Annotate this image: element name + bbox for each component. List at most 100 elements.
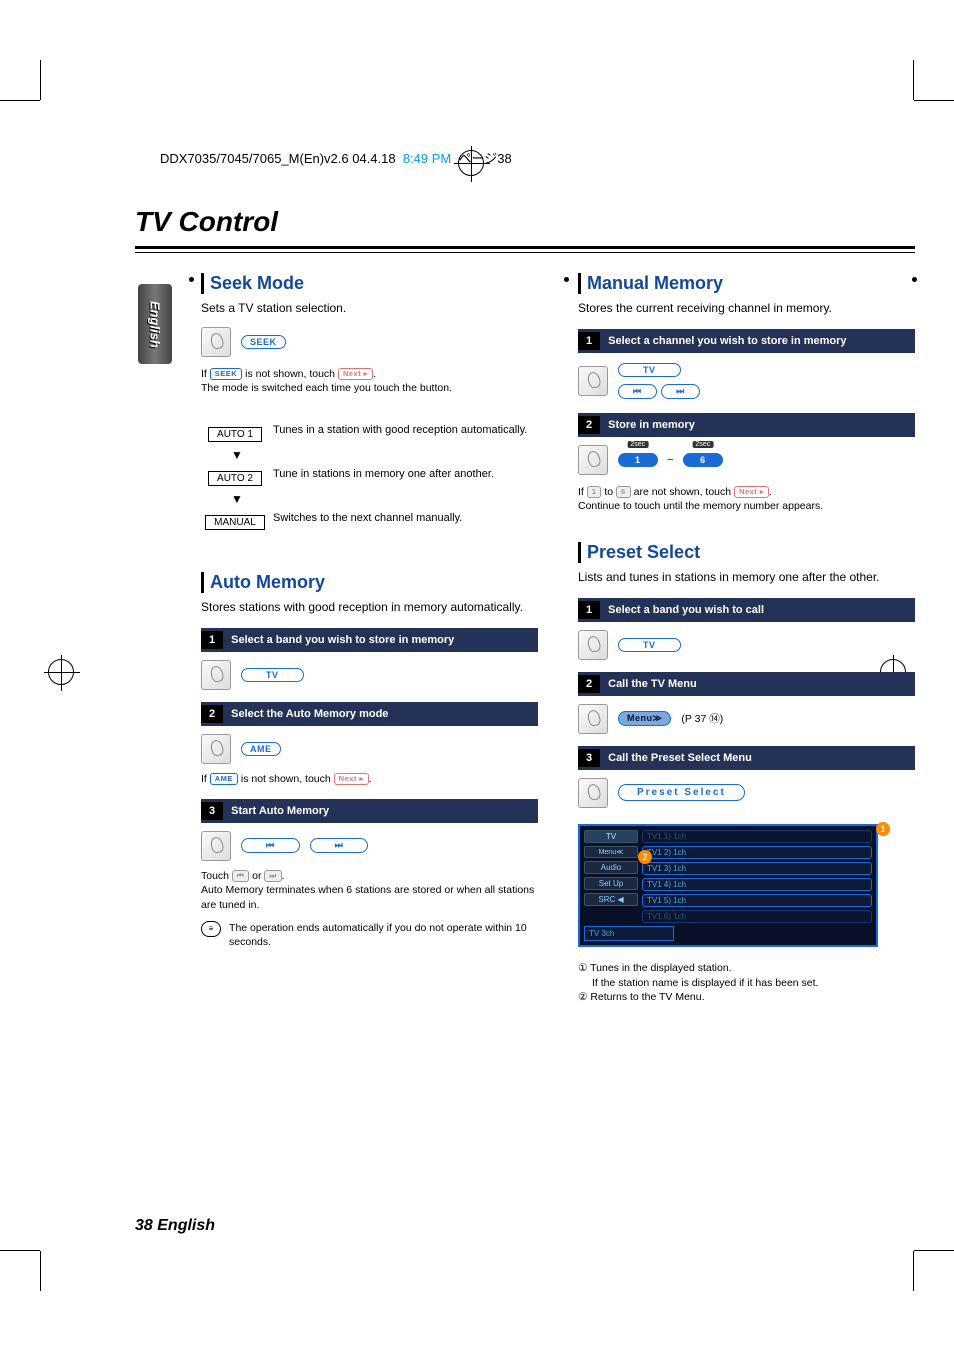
- doc-time: 8:49 PM: [403, 151, 451, 166]
- mm-note2: Continue to touch until the memory numbe…: [578, 499, 915, 514]
- column-left: Seek Mode Sets a TV station selection. S…: [135, 265, 538, 1005]
- seek-next-button[interactable]: ⏭: [310, 838, 369, 853]
- auto2-desc: Tune in stations in memory one after ano…: [273, 468, 538, 480]
- step-num: 3: [578, 749, 600, 767]
- auto1-mode: AUTO 1: [208, 427, 262, 442]
- seek-prev-button[interactable]: ⏮: [241, 838, 300, 853]
- step-label: Store in memory: [608, 419, 695, 431]
- next-chip[interactable]: Next ▸: [734, 486, 769, 499]
- step-num: 2: [201, 705, 223, 723]
- content-area: TV Control Seek Mode Sets a TV station s…: [135, 206, 915, 1005]
- seek-button[interactable]: SEEK: [241, 335, 286, 349]
- step-bar: 1Select a channel you wish to store in m…: [578, 329, 915, 353]
- preset-chip-small: 1: [587, 486, 602, 499]
- bullet-icon: [912, 277, 917, 282]
- crop-mark: [914, 1250, 954, 1251]
- preset-6-button[interactable]: 6: [683, 453, 723, 467]
- preset-screen: TV Menu≪ Audio Set Up SRC ◀ TV1 1) 1ch T…: [578, 824, 878, 947]
- screen-tab-setup[interactable]: Set Up: [584, 877, 638, 890]
- next-chip-small: ⏭: [264, 870, 281, 883]
- screen-tab-src[interactable]: SRC ◀: [584, 893, 638, 906]
- seek-chip-small: SEEK: [210, 368, 242, 381]
- preset-list-item[interactable]: TV1 1) 1ch: [642, 830, 872, 843]
- screen-tab-tv[interactable]: TV: [584, 830, 638, 843]
- down-arrow-icon: ▼: [231, 492, 243, 506]
- tv-band-button[interactable]: TV: [618, 363, 681, 377]
- callout-1: 1: [876, 822, 890, 836]
- touch-hand-icon: [578, 630, 608, 660]
- bullet-icon: [189, 277, 194, 282]
- next-chip[interactable]: Next ▸: [338, 368, 373, 381]
- next-chip[interactable]: Next ▸: [334, 773, 369, 786]
- text: to: [601, 486, 616, 498]
- timeout-note: ≡ The operation ends automatically if yo…: [201, 921, 538, 950]
- manual-desc: Switches to the next channel manually.: [273, 512, 538, 524]
- text: is not shown, touch: [242, 368, 338, 380]
- registration-mark: [48, 659, 74, 685]
- bullet-icon: [564, 277, 569, 282]
- step-label: Start Auto Memory: [231, 805, 329, 817]
- crop-mark: [914, 100, 954, 101]
- tv-band-button[interactable]: TV: [241, 668, 304, 682]
- crop-mark: [40, 1251, 41, 1291]
- preset-list-item[interactable]: TV1 2) 1ch: [642, 846, 872, 859]
- screen-tab-menu[interactable]: Menu≪: [584, 846, 638, 858]
- screen-tab-audio[interactable]: Audio: [584, 861, 638, 874]
- crop-mark: [913, 60, 914, 100]
- crop-mark: [40, 60, 41, 100]
- text: or: [249, 870, 264, 882]
- touch-hand-icon: [578, 366, 608, 396]
- tv-band-button[interactable]: TV: [618, 638, 681, 652]
- seek-prev-button[interactable]: ⏮: [618, 384, 657, 399]
- preset-select-button[interactable]: Preset Select: [618, 784, 745, 801]
- text: Touch: [201, 870, 232, 882]
- ame-button[interactable]: AME: [241, 742, 281, 756]
- note-icon: ≡: [201, 921, 221, 937]
- ps-desc: Lists and tunes in stations in memory on…: [578, 569, 915, 586]
- page-title: TV Control: [135, 206, 915, 238]
- seek-desc: Sets a TV station selection.: [201, 300, 538, 317]
- mm-note: If 1 to 6 are not shown, touch Next ▸.: [578, 485, 915, 500]
- timeout-text: The operation ends automatically if you …: [229, 921, 538, 950]
- seek-note: If SEEK is not shown, touch Next ▸.: [201, 367, 538, 382]
- section-seek-mode: Seek Mode: [201, 273, 538, 294]
- auto2-mode: AUTO 2: [208, 471, 262, 486]
- touch-hand-icon: [201, 831, 231, 861]
- manual-page: DDX7035/7045/7065_M(En)v2.6 04.4.18 8:49…: [0, 0, 954, 1351]
- preset-1-button[interactable]: 1: [618, 453, 658, 467]
- prev-chip-small: ⏮: [232, 870, 249, 883]
- screen-status: TV 3ch: [584, 926, 674, 941]
- preset-list-item[interactable]: TV1 3) 1ch: [642, 862, 872, 875]
- text: are not shown, touch: [631, 486, 734, 498]
- seek-note2: The mode is switched each time you touch…: [201, 381, 538, 396]
- touch-hand-icon: [201, 660, 231, 690]
- step-label: Select a channel you wish to store in me…: [608, 335, 846, 347]
- step-num: 1: [578, 601, 600, 619]
- preset-chip-small: 6: [616, 486, 631, 499]
- section-auto-memory: Auto Memory: [201, 572, 538, 593]
- step-bar: 2 Select the Auto Memory mode: [201, 702, 538, 726]
- touch-hand-icon: [578, 445, 608, 475]
- step-num: 2: [578, 416, 600, 434]
- step-label: Call the TV Menu: [608, 678, 697, 690]
- preset-list-item[interactable]: TV1 6) 1ch: [642, 910, 872, 923]
- am-terminate-note: Auto Memory terminates when 6 stations a…: [201, 883, 538, 912]
- ame-note: If AME is not shown, touch Next ▸.: [201, 772, 538, 787]
- menu-button[interactable]: Menu≫: [618, 711, 671, 726]
- touch-hand-icon: [201, 327, 231, 357]
- callout-2: 2: [638, 850, 652, 864]
- start-am-note: Touch ⏮ or ⏭.: [201, 869, 538, 884]
- duration-badge: 2sec: [692, 441, 713, 448]
- text: If: [578, 486, 587, 498]
- crop-mark: [0, 100, 40, 101]
- text: is not shown, touch: [238, 773, 334, 785]
- rule-thin: [135, 252, 915, 253]
- step-label: Select the Auto Memory mode: [231, 708, 388, 720]
- page-marker: ページ38: [459, 151, 512, 166]
- step-num: 3: [201, 802, 223, 820]
- preset-list-item[interactable]: TV1 5) 1ch: [642, 894, 872, 907]
- seek-next-button[interactable]: ⏭: [661, 384, 700, 399]
- preset-list-item[interactable]: TV1 4) 1ch: [642, 878, 872, 891]
- mm-desc: Stores the current receiving channel in …: [578, 300, 915, 317]
- crop-mark: [0, 1250, 40, 1251]
